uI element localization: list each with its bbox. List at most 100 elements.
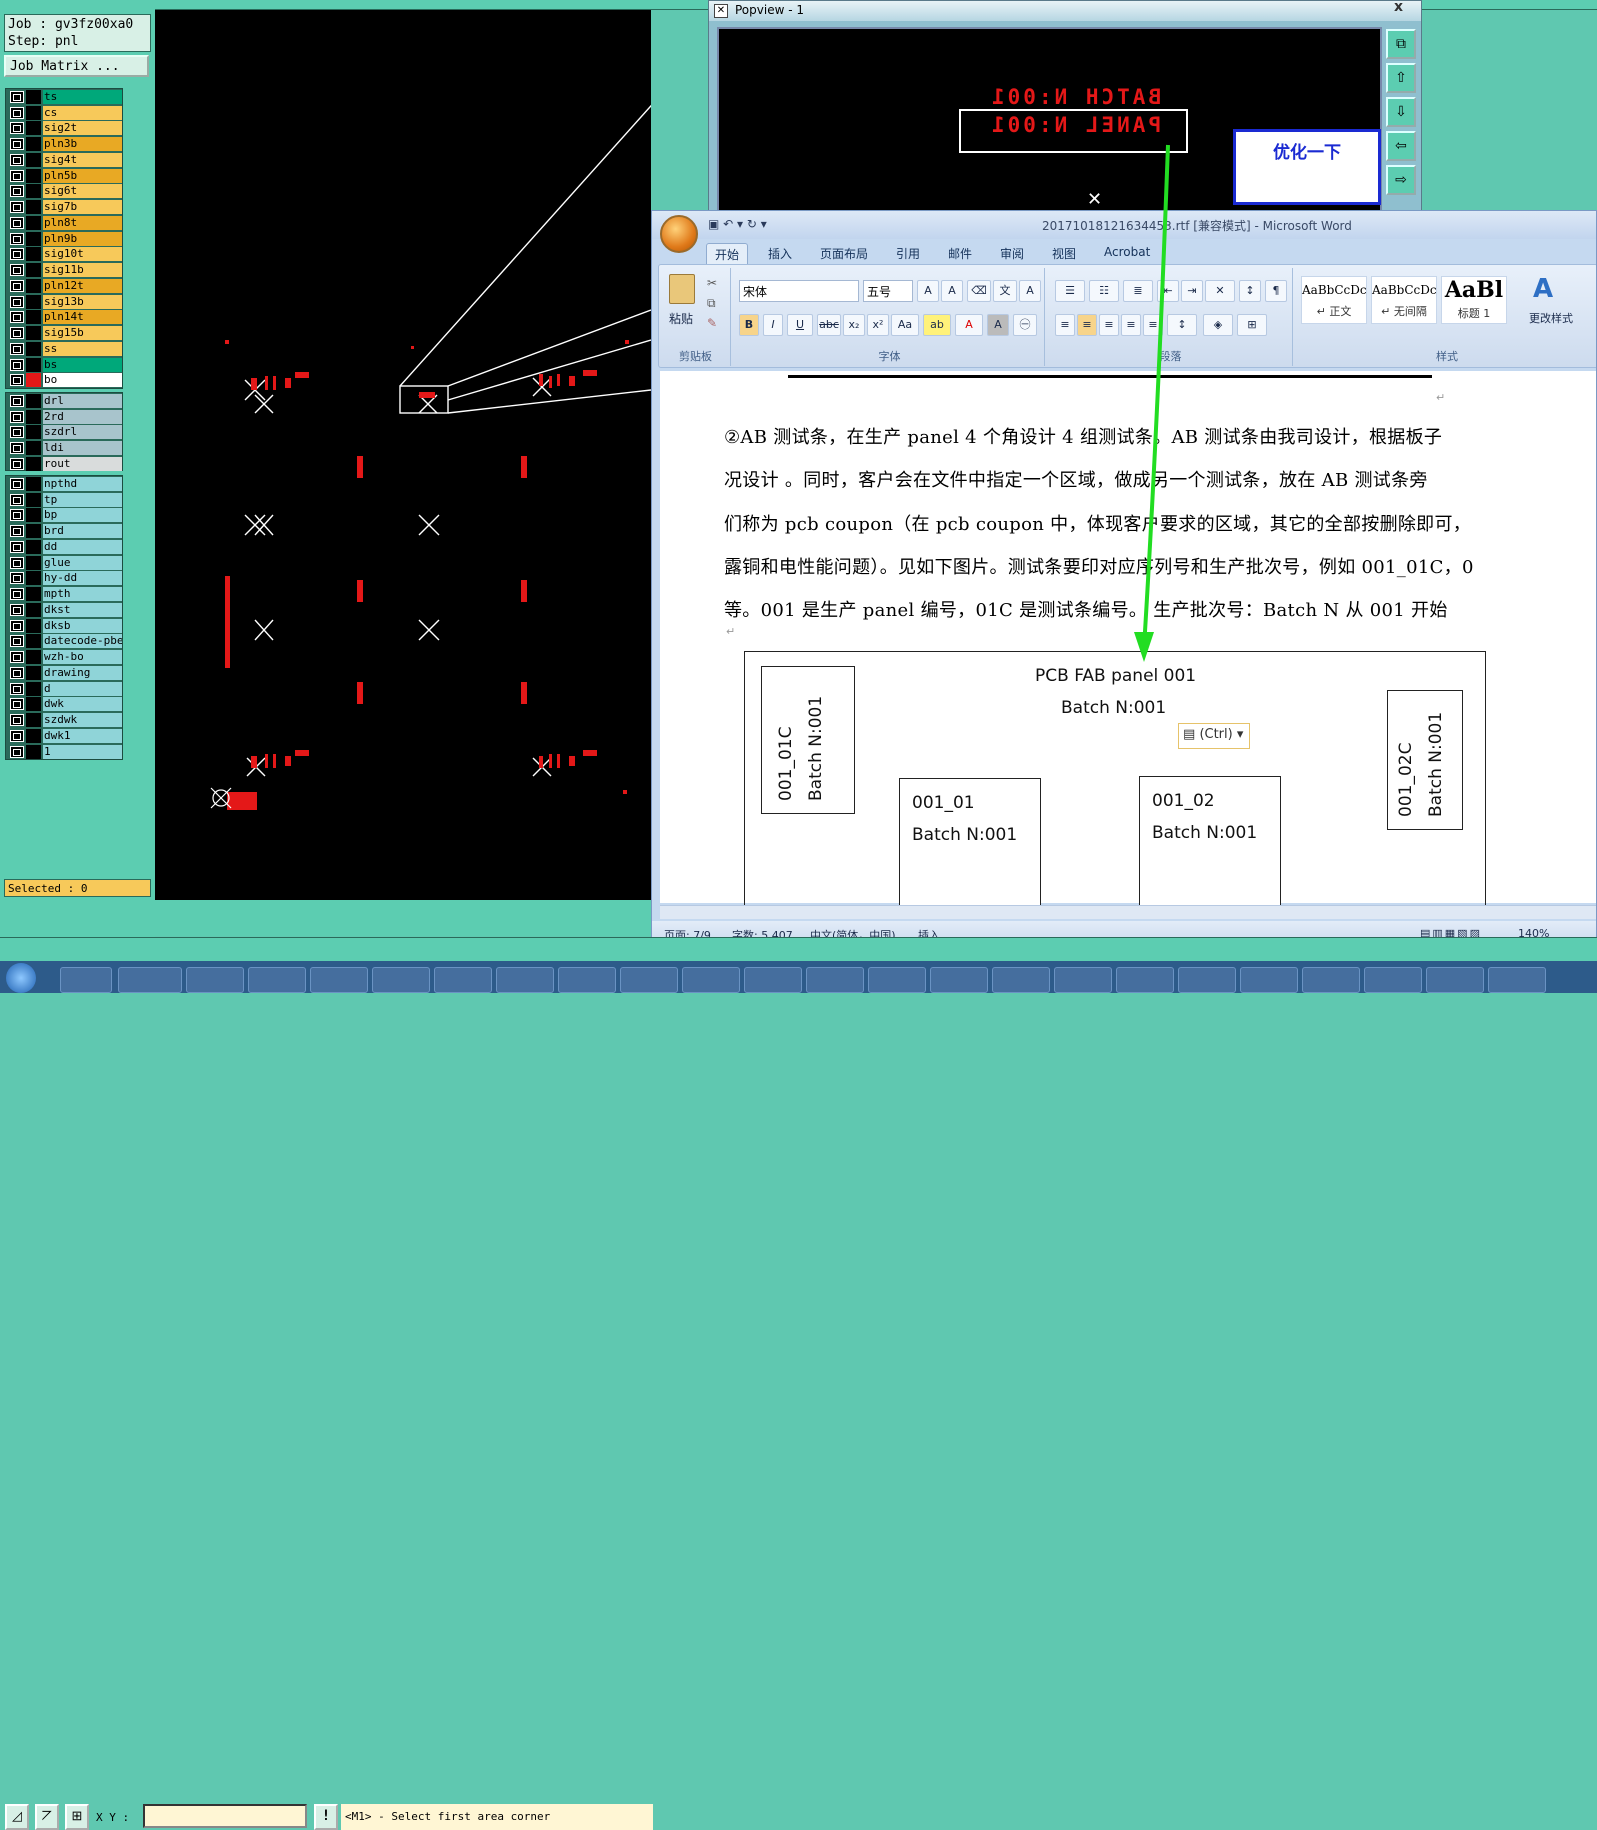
paste-options-tag[interactable]: ▤ (Ctrl) ▾ (1178, 723, 1250, 749)
layer-row-1[interactable]: 1 (6, 744, 122, 760)
taskbar-item[interactable] (434, 967, 492, 993)
graphic-canvas[interactable] (155, 10, 651, 900)
bold-icon[interactable]: B (739, 314, 759, 336)
layer-row-drawing[interactable]: drawing (6, 665, 122, 681)
align-center-icon[interactable]: ≡ (1077, 314, 1097, 336)
tab-references[interactable]: 引用 (888, 243, 928, 264)
layer-row-dksb[interactable]: dksb (6, 618, 122, 634)
taskbar-item[interactable] (1488, 967, 1546, 993)
subscript-icon[interactable]: x₂ (843, 314, 865, 336)
taskbar-item[interactable] (186, 967, 244, 993)
layer-row-brd[interactable]: brd (6, 523, 122, 539)
layer-checkbox[interactable] (10, 682, 24, 695)
grow-font-icon[interactable]: A (917, 280, 939, 302)
layer-name[interactable]: d (43, 681, 122, 696)
popview-down-icon[interactable]: ⇩ (1386, 97, 1416, 127)
font-size-select[interactable]: 五号 (863, 280, 913, 302)
multilevel-icon[interactable]: ≣ (1123, 280, 1153, 302)
taskbar-item[interactable] (310, 967, 368, 993)
start-icon[interactable] (6, 963, 36, 993)
char-border-icon[interactable]: A (1019, 280, 1041, 302)
layer-row-sig2t[interactable]: sig2t (6, 121, 122, 137)
paste-icon[interactable] (669, 274, 695, 304)
layer-name[interactable]: pln5b (43, 168, 122, 183)
layer-row-ss[interactable]: ss (6, 341, 122, 357)
layer-name[interactable]: sig4t (43, 152, 122, 167)
layer-name[interactable]: bs (43, 357, 122, 372)
layer-row-sig11b[interactable]: sig11b (6, 262, 122, 278)
layer-name[interactable]: ss (43, 341, 122, 356)
layer-row-sig7b[interactable]: sig7b (6, 199, 122, 215)
layer-checkbox[interactable] (10, 426, 24, 439)
alert-icon[interactable]: ! (314, 1804, 338, 1830)
layer-name[interactable]: dd (43, 539, 122, 554)
layer-checkbox[interactable] (10, 358, 24, 371)
layer-name[interactable]: sig15b (43, 326, 122, 341)
layer-row-datecode-pbe[interactable]: datecode-pbe (6, 634, 122, 650)
layer-row-dkst[interactable]: dkst (6, 602, 122, 618)
layer-name[interactable]: drl (43, 393, 122, 408)
layer-name[interactable]: hy-dd (43, 571, 122, 586)
layer-name[interactable]: glue (43, 555, 122, 570)
layer-checkbox[interactable] (10, 295, 24, 308)
tab-page-layout[interactable]: 页面布局 (812, 243, 876, 264)
layer-name[interactable]: ts (43, 89, 122, 104)
layer-row-pln12t[interactable]: pln12t (6, 278, 122, 294)
highlight-icon[interactable]: ab (923, 314, 951, 336)
taskbar-item[interactable] (496, 967, 554, 993)
popview-left-icon[interactable]: ⇦ (1386, 131, 1416, 161)
layer-name[interactable]: szdwk (43, 713, 122, 728)
taskbar-item[interactable] (558, 967, 616, 993)
layer-checkbox[interactable] (10, 311, 24, 324)
layer-checkbox[interactable] (10, 201, 24, 214)
layer-name[interactable]: rout (43, 456, 122, 471)
char-shading-icon[interactable]: A (987, 314, 1009, 336)
numbering-icon[interactable]: ☷ (1089, 280, 1119, 302)
shrink-font-icon[interactable]: A (941, 280, 963, 302)
layer-row-cs[interactable]: cs (6, 105, 122, 121)
layer-checkbox[interactable] (10, 248, 24, 261)
layer-row-bo[interactable]: bo (6, 373, 122, 389)
style-normal[interactable]: AaBbCcDc ↵ 正文 (1301, 276, 1367, 324)
layer-checkbox[interactable] (10, 279, 24, 292)
layer-row-bs[interactable]: bs (6, 357, 122, 373)
layer-row-d[interactable]: d (6, 681, 122, 697)
layer-row-drl[interactable]: drl (6, 393, 122, 409)
layer-checkbox[interactable] (10, 442, 24, 455)
taskbar-item[interactable] (806, 967, 864, 993)
taskbar-item[interactable] (1302, 967, 1360, 993)
layer-checkbox[interactable] (10, 122, 24, 135)
layer-row-wzh-bo[interactable]: wzh-bo (6, 649, 122, 665)
layer-name[interactable]: bp (43, 508, 122, 523)
layer-checkbox[interactable] (10, 572, 24, 585)
layer-row-szdwk[interactable]: szdwk (6, 712, 122, 728)
layer-checkbox[interactable] (10, 698, 24, 711)
layer-checkbox[interactable] (10, 410, 24, 423)
layer-row-rout[interactable]: rout (6, 456, 122, 472)
copy-icon[interactable]: ⧉ (707, 296, 716, 311)
sort-icon[interactable]: ↕ (1239, 280, 1261, 302)
layer-row-pln3b[interactable]: pln3b (6, 136, 122, 152)
tab-insert[interactable]: 插入 (760, 243, 800, 264)
style-heading1[interactable]: AaBl 标题 1 (1441, 276, 1507, 324)
popview-fit-icon[interactable]: ⧉ (1386, 29, 1416, 59)
taskbar-item[interactable] (372, 967, 430, 993)
layer-checkbox[interactable] (10, 635, 24, 648)
tab-home[interactable]: 开始 (706, 243, 749, 264)
tab-view[interactable]: 视图 (1044, 243, 1084, 264)
layer-row-glue[interactable]: glue (6, 555, 122, 571)
layer-name[interactable]: pln9b (43, 231, 122, 246)
taskbar-item[interactable] (1178, 967, 1236, 993)
taskbar-item[interactable] (682, 967, 740, 993)
taskbar-item[interactable] (1364, 967, 1422, 993)
layer-name[interactable]: bo (43, 373, 122, 388)
layer-name[interactable]: szdrl (43, 425, 122, 440)
layer-checkbox[interactable] (10, 169, 24, 182)
layer-name[interactable]: sig6t (43, 184, 122, 199)
font-color-icon[interactable]: A (955, 314, 983, 336)
layer-row-sig6t[interactable]: sig6t (6, 184, 122, 200)
layer-name[interactable]: dwk1 (43, 728, 122, 743)
format-painter-icon[interactable]: ✎ (707, 316, 717, 330)
horizontal-scrollbar[interactable] (660, 905, 1596, 919)
distributed-icon[interactable]: ≡ (1143, 314, 1163, 336)
